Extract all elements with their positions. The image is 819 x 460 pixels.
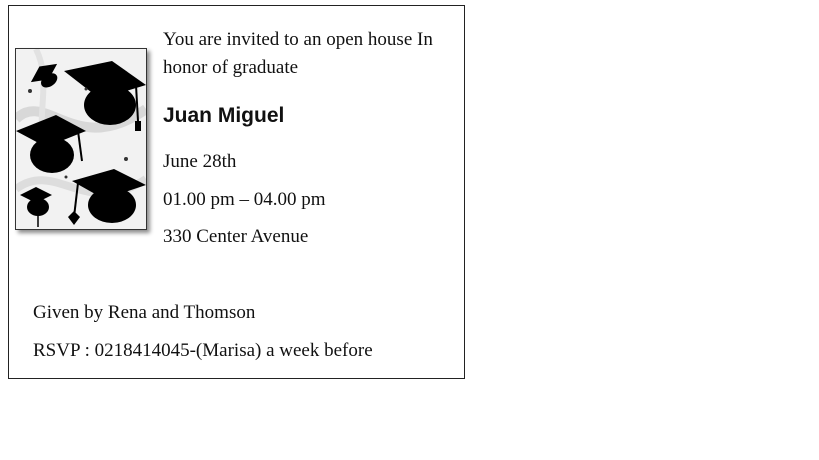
event-address: 330 Center Avenue <box>163 226 309 247</box>
graduation-caps-icon <box>15 48 147 230</box>
invitation-card: You are invited to an open house In hono… <box>8 5 465 379</box>
event-date: June 28th <box>163 151 237 172</box>
hosts-text: Given by Rena and Thomson <box>33 302 256 323</box>
event-time: 01.00 pm – 04.00 pm <box>163 189 326 210</box>
rsvp-text: RSVP : 0218414045-(Marisa) a week before <box>33 340 373 361</box>
graduate-name: Juan Miguel <box>163 104 285 127</box>
invitation-intro-text: You are invited to an open house In hono… <box>163 29 433 78</box>
